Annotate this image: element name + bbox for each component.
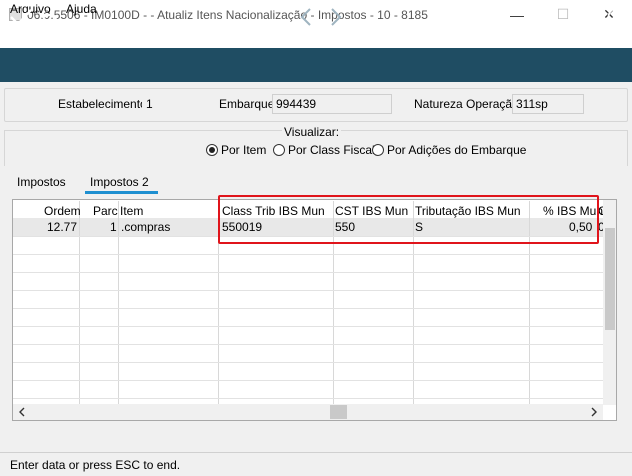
tab-impostos-2[interactable]: Impostos 2 [90, 175, 149, 189]
row-separator [13, 308, 603, 309]
estabelecimento-label: Estabelecimento: [58, 97, 151, 111]
status-text: Enter data or press ESC to end. [10, 458, 181, 472]
cell-item[interactable]: .compras [121, 220, 170, 234]
menu-bar [0, 29, 632, 48]
visualizar-label: Visualizar: [282, 125, 342, 139]
undo-icon[interactable] [36, 0, 62, 34]
row-separator [13, 290, 603, 291]
row-separator [13, 398, 603, 399]
cell-ordem[interactable]: 12.77 [47, 220, 77, 234]
row-separator [13, 326, 603, 327]
vertical-scroll-thumb[interactable] [605, 228, 615, 330]
embarque-label: Embarque: [219, 97, 278, 111]
column-header-ordem[interactable]: Ordem [44, 204, 81, 218]
embarque-field[interactable]: 994439 [272, 94, 392, 114]
radio-por-adicoes-label[interactable]: Por Adições do Embarque [387, 143, 526, 157]
row-separator [13, 380, 603, 381]
row-separator [13, 254, 603, 255]
active-tab-indicator [85, 191, 158, 194]
exit-icon[interactable] [577, 0, 603, 34]
horizontal-scrollbar[interactable] [13, 404, 603, 420]
minimize-button[interactable]: — [494, 0, 540, 29]
scroll-left-icon[interactable] [16, 405, 28, 419]
radio-por-item[interactable] [206, 144, 218, 156]
radio-por-item-label[interactable]: Por Item [221, 143, 266, 157]
previous-icon[interactable] [296, 0, 316, 34]
row-separator [13, 272, 603, 273]
column-header-parc[interactable]: Parc [93, 204, 118, 218]
estabelecimento-field[interactable]: 1 [142, 94, 184, 114]
natureza-operacao-label: Natureza Operação: [414, 97, 523, 111]
confirm-icon[interactable] [6, 0, 36, 34]
toolbar [0, 48, 632, 82]
row-separator [13, 362, 603, 363]
radio-por-class-fiscal-label[interactable]: Por Class Fiscal [288, 143, 375, 157]
horizontal-scroll-thumb[interactable] [330, 405, 347, 419]
column-separator [79, 201, 80, 404]
next-icon[interactable] [326, 0, 346, 34]
cell-parc[interactable]: 1 [110, 220, 117, 234]
help-icon[interactable] [605, 0, 629, 34]
tab-impostos[interactable]: Impostos [17, 175, 66, 189]
column-header-item[interactable]: Item [120, 204, 143, 218]
natureza-operacao-field[interactable]: 311sp [512, 94, 584, 114]
row-separator [13, 344, 603, 345]
radio-por-adicoes[interactable] [372, 144, 384, 156]
menu-ajuda[interactable]: Ajuda [66, 2, 97, 16]
status-bar: Enter data or press ESC to end. [0, 452, 632, 476]
scroll-right-icon[interactable] [588, 405, 600, 419]
radio-por-class-fiscal[interactable] [273, 144, 285, 156]
column-separator [118, 201, 119, 404]
highlight-annotation [218, 195, 599, 244]
